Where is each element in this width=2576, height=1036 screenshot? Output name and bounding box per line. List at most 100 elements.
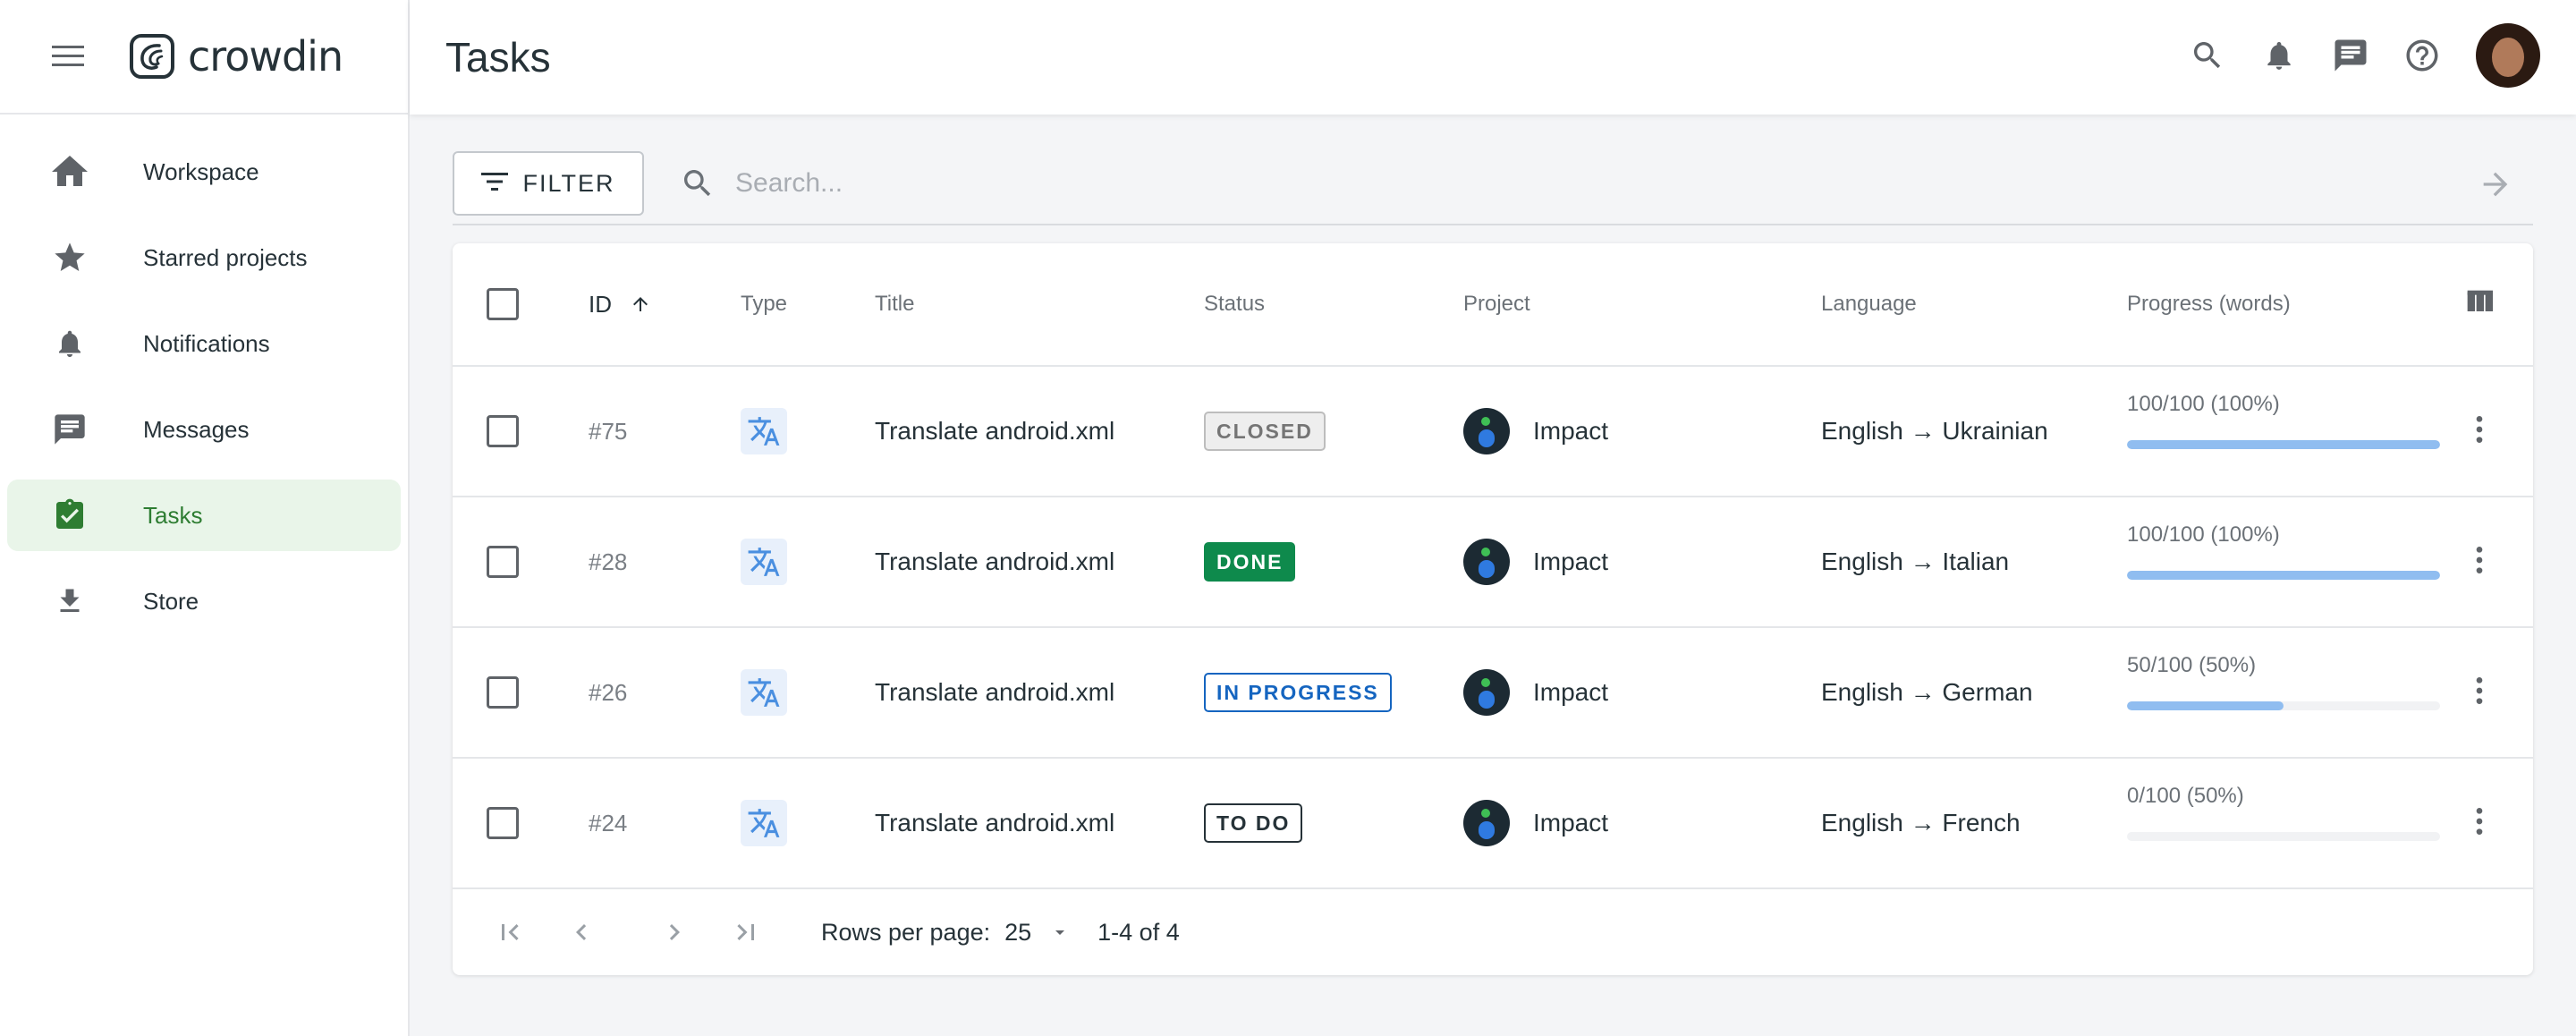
task-id: #28 [589, 548, 628, 575]
column-header-project[interactable]: Project [1463, 243, 1530, 365]
table-row[interactable]: #24 Translate android.xml TO DO Impact E… [453, 759, 2533, 889]
progress-bar [2127, 832, 2440, 841]
translate-icon [741, 669, 787, 716]
rows-per-page-label: Rows per page: [821, 918, 991, 946]
more-vert-icon[interactable] [2462, 412, 2497, 452]
progress-fill [2127, 701, 2284, 710]
more-vert-icon[interactable] [2462, 803, 2497, 844]
rows-per-page-select[interactable]: 25 [1004, 919, 1071, 947]
status-badge: CLOSED [1204, 412, 1326, 451]
bell-icon [50, 324, 89, 363]
table-row[interactable]: #75 Translate android.xml CLOSED Impact … [453, 367, 2533, 497]
message-icon[interactable] [2329, 34, 2372, 77]
translate-icon [741, 800, 787, 846]
project-name[interactable]: Impact [1533, 678, 1608, 707]
column-header-status[interactable]: Status [1204, 243, 1265, 365]
caret-down-icon [1049, 921, 1071, 943]
column-header-language[interactable]: Language [1821, 243, 1917, 365]
task-id: #26 [589, 678, 628, 706]
project-avatar [1463, 539, 1510, 585]
row-checkbox[interactable] [487, 676, 519, 709]
home-icon [50, 152, 89, 191]
search-icon [678, 164, 717, 203]
columns-layout-icon[interactable] [2462, 284, 2497, 325]
language-pair: English → German [1821, 678, 2033, 706]
sidebar-item-label: Notifications [143, 329, 270, 357]
filter-button[interactable]: FILTER [453, 151, 644, 216]
download-icon [50, 582, 89, 621]
table-row[interactable]: #26 Translate android.xml IN PROGRESS Im… [453, 628, 2533, 759]
language-pair: English → Italian [1821, 548, 2010, 575]
sidebar-item-label: Starred projects [143, 243, 308, 271]
search-input[interactable] [735, 168, 2435, 199]
sidebar-item-label: Workspace [143, 157, 259, 185]
next-page-icon[interactable] [653, 911, 696, 954]
translate-icon [741, 539, 787, 585]
row-checkbox[interactable] [487, 807, 519, 839]
select-all-checkbox[interactable] [487, 288, 519, 320]
search-icon[interactable] [2186, 34, 2229, 77]
filter-button-label: FILTER [522, 169, 615, 197]
help-icon[interactable] [2401, 34, 2444, 77]
first-page-icon[interactable] [488, 911, 531, 954]
sidebar-item-messages[interactable]: Messages [7, 394, 401, 465]
column-header-progress[interactable]: Progress (words) [2127, 243, 2291, 365]
task-title[interactable]: Translate android.xml [875, 628, 1114, 757]
sidebar: crowdin Workspace Starred projects Notif… [0, 0, 410, 1036]
top-header: Tasks [410, 0, 2576, 115]
sidebar-item-starred-projects[interactable]: Starred projects [7, 222, 401, 293]
bell-icon[interactable] [2258, 34, 2301, 77]
menu-icon[interactable] [50, 38, 86, 74]
table-row[interactable]: #28 Translate android.xml DONE Impact En… [453, 497, 2533, 628]
brand-bar: crowdin [0, 0, 408, 115]
progress-text: 100/100 (100%) [2127, 522, 2280, 547]
sidebar-item-label: Store [143, 587, 199, 615]
arrow-right-icon[interactable] [2476, 165, 2515, 204]
project-name[interactable]: Impact [1533, 809, 1608, 837]
row-checkbox[interactable] [487, 415, 519, 447]
crowdin-logo-icon[interactable] [129, 33, 175, 80]
previous-page-icon[interactable] [560, 911, 603, 954]
last-page-icon[interactable] [724, 911, 767, 954]
language-pair: English → French [1821, 809, 2021, 836]
column-header-label: ID [589, 290, 612, 318]
rows-per-page-value: 25 [1004, 918, 1032, 946]
user-avatar[interactable] [2476, 23, 2540, 88]
more-vert-icon[interactable] [2462, 673, 2497, 713]
page-range: 1-4 of 4 [1097, 918, 1180, 946]
sidebar-item-label: Tasks [143, 501, 203, 529]
task-title[interactable]: Translate android.xml [875, 759, 1114, 887]
sort-ascending-icon [630, 293, 651, 316]
task-id: #75 [589, 417, 628, 445]
task-title[interactable]: Translate android.xml [875, 367, 1114, 496]
task-title[interactable]: Translate android.xml [875, 497, 1114, 626]
progress-bar [2127, 571, 2440, 580]
project-name[interactable]: Impact [1533, 417, 1608, 446]
project-name[interactable]: Impact [1533, 548, 1608, 576]
column-header-id[interactable]: ID [589, 243, 651, 365]
pagination: Rows per page: 25 1-4 of 4 [453, 889, 2533, 975]
more-vert-icon[interactable] [2462, 542, 2497, 582]
sidebar-item-notifications[interactable]: Notifications [7, 308, 401, 379]
progress-bar [2127, 440, 2440, 449]
row-checkbox[interactable] [487, 546, 519, 578]
header-actions [2157, 23, 2540, 88]
progress-text: 50/100 (50%) [2127, 653, 2257, 677]
translate-icon [741, 408, 787, 454]
status-badge: DONE [1204, 542, 1296, 582]
progress-text: 0/100 (50%) [2127, 784, 2244, 808]
message-icon [50, 410, 89, 449]
project-avatar [1463, 800, 1510, 846]
tasks-table: ID Type Title Status Project Language Pr… [453, 243, 2533, 975]
page-title: Tasks [445, 34, 551, 81]
progress-fill [2127, 571, 2440, 580]
task-id: #24 [589, 809, 628, 836]
column-header-type[interactable]: Type [741, 243, 787, 365]
column-header-title[interactable]: Title [875, 243, 914, 365]
sidebar-item-workspace[interactable]: Workspace [7, 136, 401, 208]
table-header-row: ID Type Title Status Project Language Pr… [453, 243, 2533, 367]
project-avatar [1463, 408, 1510, 454]
progress-bar [2127, 701, 2440, 710]
sidebar-item-tasks[interactable]: Tasks [7, 480, 401, 551]
sidebar-item-store[interactable]: Store [7, 565, 401, 637]
